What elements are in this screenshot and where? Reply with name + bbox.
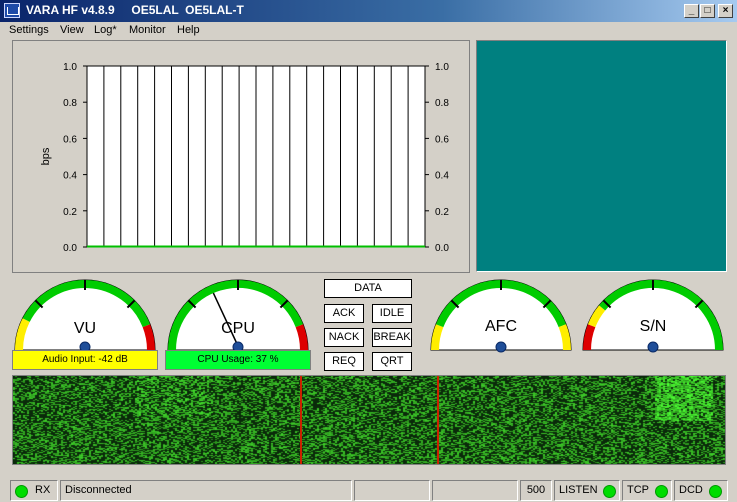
y-tick-label-right: 0.4 <box>435 171 449 182</box>
menu-log[interactable]: Log* <box>94 24 117 36</box>
gauge-scale-band <box>295 324 308 351</box>
maximize-button[interactable]: □ <box>700 4 715 18</box>
gauge-face <box>167 279 309 351</box>
waterfall-canvas <box>13 376 725 464</box>
rx-status: RX <box>10 480 58 501</box>
gauge-scale-band <box>431 324 444 351</box>
vu-gauge <box>14 279 156 353</box>
throughput-chart-panel: 0.0 0.0 0.2 0.2 0.4 0.4 0.6 0.6 0.8 0.8 1.0 1.0 bps <box>12 40 470 273</box>
sn-gauge-label: S/N <box>639 318 667 335</box>
req-indicator[interactable]: REQ <box>324 352 364 371</box>
cpu-usage-readout: CPU Usage: 37 % <box>165 350 311 370</box>
spectrum-panel <box>476 40 727 272</box>
y-tick-label-left: 0.4 <box>63 171 77 182</box>
rx-label: RX <box>35 484 51 496</box>
y-tick-label-right: 0.0 <box>435 243 449 254</box>
waterfall-marker-low <box>300 376 302 464</box>
menu-help[interactable]: Help <box>177 24 200 36</box>
idle-indicator[interactable]: IDLE <box>372 304 412 323</box>
gauge-pivot <box>647 341 659 353</box>
throughput-chart: 0.0 0.0 0.2 0.2 0.4 0.4 0.6 0.6 0.8 0.8 1.0 1.0 bps <box>40 62 449 254</box>
y-axis-label: bps <box>40 147 52 165</box>
gauge-face <box>582 279 724 351</box>
listen-status: LISTEN <box>554 480 620 501</box>
dcd-status: DCD <box>674 480 728 501</box>
gauge-pivot <box>495 341 507 353</box>
close-button[interactable]: × <box>718 4 733 18</box>
afc-gauge <box>430 279 572 353</box>
nack-indicator[interactable]: NACK <box>324 328 364 347</box>
tcp-status: TCP <box>622 480 672 501</box>
menu-bar: Settings View Log* Monitor Help <box>0 22 737 40</box>
y-tick-label-left: 0.6 <box>63 134 77 145</box>
qrt-indicator[interactable]: QRT <box>372 352 412 371</box>
vu-gauge-label: VU <box>73 320 97 337</box>
y-tick-label-left: 0.2 <box>63 207 77 218</box>
app-icon <box>4 3 20 18</box>
listen-led-icon <box>603 485 616 498</box>
afc-gauge-label: AFC <box>485 318 517 335</box>
data-indicator[interactable]: DATA <box>324 279 412 298</box>
y-tick-label-right: 0.8 <box>435 98 449 109</box>
break-indicator[interactable]: BREAK <box>372 328 412 347</box>
sn-gauge <box>582 279 724 353</box>
rx-led-icon <box>15 485 28 498</box>
gauge-face <box>430 279 572 351</box>
waterfall-display[interactable] <box>12 375 726 465</box>
dcd-led-icon <box>709 485 722 498</box>
gauge-scale-band <box>558 324 571 351</box>
y-tick-label-right: 0.6 <box>435 134 449 145</box>
cpu-gauge-label: CPU <box>221 320 255 337</box>
title-bar: VARA HF v4.8.9 OE5LAL OE5LAL-T _ □ × <box>0 0 737 22</box>
gauge-scale-band <box>583 324 596 351</box>
status-field-blank-2 <box>432 480 518 501</box>
menu-monitor[interactable]: Monitor <box>129 24 166 36</box>
minimize-button[interactable]: _ <box>684 4 699 18</box>
audio-input-readout: Audio Input: -42 dB <box>12 350 158 370</box>
y-tick-label-left: 1.0 <box>63 62 77 73</box>
y-tick-label-right: 1.0 <box>435 62 449 73</box>
gauge-scale-band <box>142 324 155 351</box>
window-title: VARA HF v4.8.9 OE5LAL OE5LAL-T <box>26 3 244 17</box>
menu-view[interactable]: View <box>60 24 84 36</box>
y-tick-label-left: 0.8 <box>63 98 77 109</box>
y-tick-label-left: 0.0 <box>63 243 77 254</box>
bandwidth-status: 500 <box>520 480 552 501</box>
connection-status: Disconnected <box>60 480 352 501</box>
gauge-face <box>14 279 156 351</box>
tcp-label: TCP <box>627 484 649 496</box>
tcp-led-icon <box>655 485 668 498</box>
cpu-gauge <box>167 279 309 353</box>
ack-indicator[interactable]: ACK <box>324 304 364 323</box>
menu-settings[interactable]: Settings <box>9 24 49 36</box>
status-field-blank-1 <box>354 480 430 501</box>
y-tick-label-right: 0.2 <box>435 207 449 218</box>
listen-label: LISTEN <box>559 484 598 496</box>
waterfall-marker-high <box>437 376 439 464</box>
status-bar: RX Disconnected 500 LISTEN TCP DCD <box>0 478 737 502</box>
dcd-label: DCD <box>679 484 703 496</box>
